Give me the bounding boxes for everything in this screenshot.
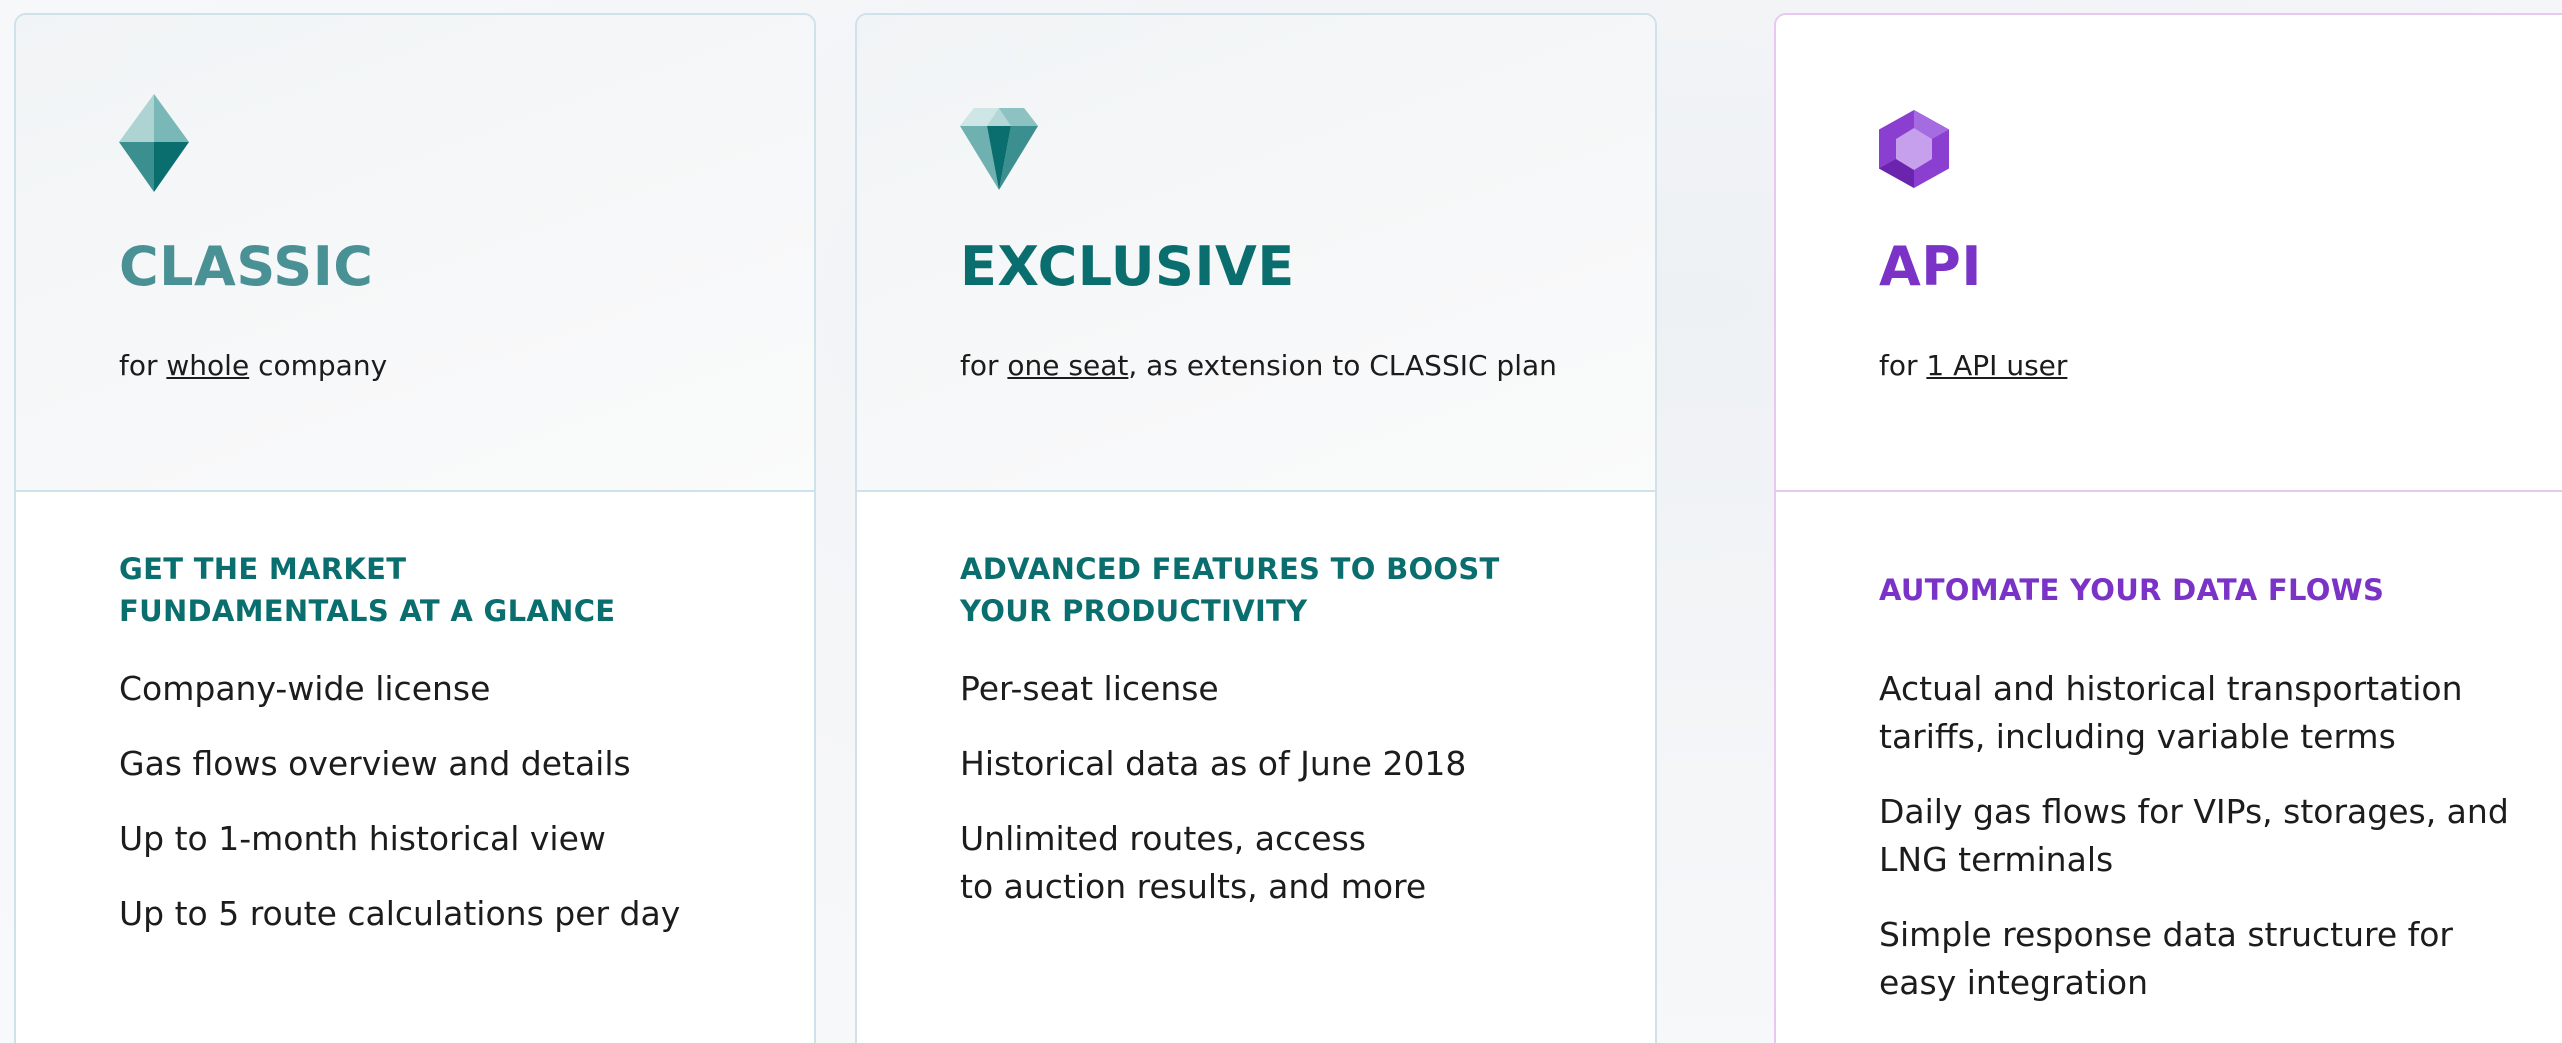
feature-item: Actual and historical transportation tar… [1879,669,2463,756]
plan-subtitle-emphasis: one seat [1007,349,1129,382]
plan-tagline: ADVANCED FEATURES TO BOOST YOUR PRODUCTI… [960,552,1500,628]
diamond-icon [960,108,1038,194]
plan-subtitle-emphasis: 1 API user [1926,349,2068,382]
plan-card-classic[interactable]: CLASSIC for whole company GET THE MARKET… [14,13,816,1043]
plan-subtitle-emphasis: whole [166,349,250,382]
feature-item: Up to 5 route calculations per day [119,894,681,933]
feature-item: Company-wide license [119,669,491,708]
plan-title: EXCLUSIVE [960,235,1295,298]
plan-subtitle-prefix: for [960,349,1008,382]
plan-card-header: API for 1 API user [1776,15,2562,492]
plan-tagline: GET THE MARKET FUNDAMENTALS AT A GLANCE [119,552,616,628]
plan-subtitle: for whole company [119,349,387,382]
feature-item: Simple response data structure for easy … [1879,915,2453,1002]
plan-subtitle-prefix: for [1879,349,1927,382]
plan-subtitle-suffix: , as extension to CLASSIC plan [1128,349,1557,382]
hexagon-gem-icon [1879,110,1949,192]
feature-item: Gas flows overview and details [119,744,631,783]
plan-card-header: CLASSIC for whole company [16,15,814,492]
feature-item: Historical data as of June 2018 [960,744,1467,783]
plan-subtitle: for 1 API user [1879,349,2067,382]
plan-card-exclusive[interactable]: EXCLUSIVE for one seat, as extension to … [855,13,1657,1043]
feature-list: Company-wide license Gas flows overview … [119,665,680,965]
crystal-icon [119,94,189,196]
plan-card-api[interactable]: API for 1 API user AUTOMATE YOUR DATA FL… [1774,13,2562,1043]
feature-item: Daily gas flows for VIPs, storages, and … [1879,792,2509,879]
plan-tagline: AUTOMATE YOUR DATA FLOWS [1879,573,2385,607]
plan-subtitle-prefix: for [119,349,167,382]
pricing-plans: CLASSIC for whole company GET THE MARKET… [0,0,2562,1043]
feature-item: Unlimited routes, access to auction resu… [960,819,1427,906]
plan-title: API [1879,235,1982,298]
plan-card-header: EXCLUSIVE for one seat, as extension to … [857,15,1655,492]
plan-subtitle: for one seat, as extension to CLASSIC pl… [960,349,1557,382]
feature-list: Per-seat license Historical data as of J… [960,665,1466,938]
feature-item: Up to 1-month historical view [119,819,606,858]
plan-subtitle-suffix: company [249,349,388,382]
plan-title: CLASSIC [119,235,374,298]
feature-item: Per-seat license [960,669,1219,708]
feature-list: Actual and historical transportation tar… [1879,665,2509,1034]
